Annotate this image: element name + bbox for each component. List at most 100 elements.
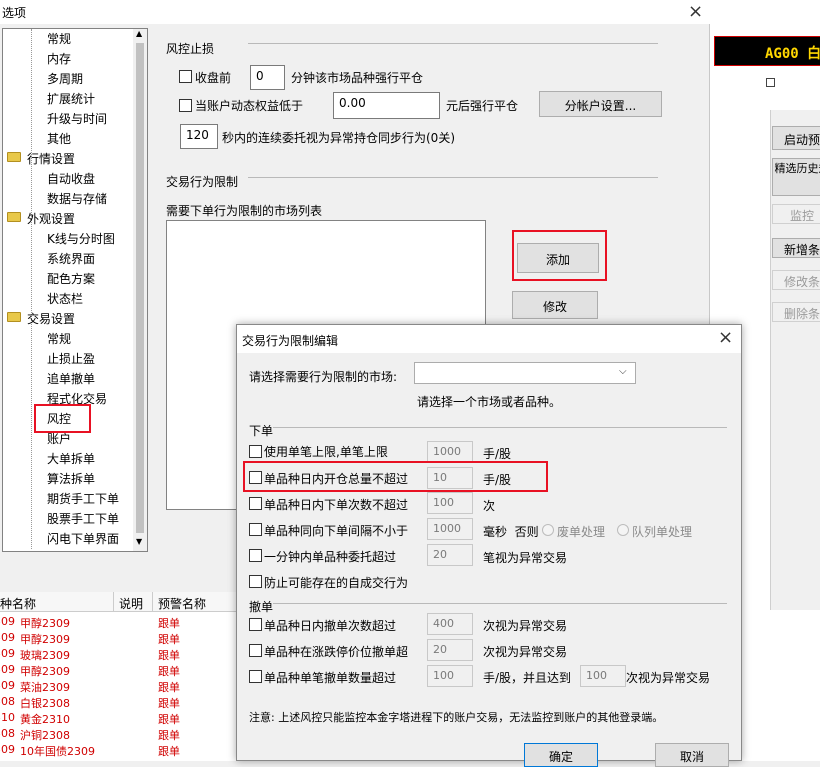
row-name: 沪铜2308 xyxy=(20,727,70,743)
row-name: 玻璃2309 xyxy=(20,647,70,663)
sub-account-button[interactable]: 分帐户设置... xyxy=(539,91,662,117)
cancel-count-checkbox[interactable] xyxy=(249,618,262,631)
interval-checkbox[interactable] xyxy=(249,523,262,536)
tree-item-label: 大单拆单 xyxy=(47,450,95,467)
row-alert: 跟单 xyxy=(158,679,180,695)
tree-item-label: 配色方案 xyxy=(47,270,95,287)
cancel-count-unit: 次视为异常交易 xyxy=(483,617,567,634)
table-body: 309甲醇2309跟单309甲醇2309跟单309玻璃2309跟单309甲醇23… xyxy=(0,614,240,761)
start-alert-button[interactable]: 启动预 xyxy=(772,126,820,150)
note-text: 注意: 上述风控只能监控本金字塔进程下的账户交易，无法监控到账户的其他登录端。 xyxy=(249,709,663,725)
tree-scrollbar[interactable]: ▲ ▼ xyxy=(133,29,147,551)
table-row[interactable]: 309玻璃2309跟单 xyxy=(0,646,230,662)
single-limit-checkbox[interactable] xyxy=(249,445,262,458)
folder-icon xyxy=(7,312,21,322)
table-row[interactable]: 308沪铜2308跟单 xyxy=(0,726,230,742)
cancel-volume-label: 单品种单笔撤单数量超过 xyxy=(264,669,396,686)
queue-radio[interactable] xyxy=(617,524,629,536)
single-limit-label: 使用单笔上限,单笔上限 xyxy=(264,443,388,460)
tree-item-label: 闪电下单界面 xyxy=(47,530,119,547)
tree-connector xyxy=(31,29,32,549)
header-alert: 预警名称 xyxy=(158,595,206,612)
row-code: 309 xyxy=(0,663,15,676)
single-limit-input[interactable]: 1000 xyxy=(427,441,473,463)
equity-checkbox[interactable] xyxy=(179,99,192,112)
cancel-volume-checkbox[interactable] xyxy=(249,670,262,683)
restore-icon[interactable] xyxy=(766,78,775,87)
new-condition-button[interactable]: 新增条 xyxy=(772,238,820,258)
per-minute-input[interactable]: 20 xyxy=(427,544,473,566)
per-minute-checkbox[interactable] xyxy=(249,549,262,562)
tree-item-label: 算法拆单 xyxy=(47,470,95,487)
close-before-checkbox[interactable] xyxy=(179,70,192,83)
table-row[interactable]: 310黄金2310跟单 xyxy=(0,710,230,726)
close-before-input[interactable]: 0 xyxy=(250,65,285,90)
history-button[interactable]: 精选历史规 xyxy=(772,158,820,196)
close-before-suffix: 分钟该市场品种强行平仓 xyxy=(291,69,423,86)
edit-condition-button[interactable]: 修改条 xyxy=(772,270,820,290)
table-row[interactable]: 309甲醇2309跟单 xyxy=(0,614,230,630)
tree-folder-label: 外观设置 xyxy=(27,210,75,227)
row-alert: 跟单 xyxy=(158,663,180,679)
cancel-count-input[interactable]: 400 xyxy=(427,613,473,635)
row-name: 黄金2310 xyxy=(20,711,70,727)
daily-count-unit: 次 xyxy=(483,497,495,514)
equity-input[interactable]: 0.00 xyxy=(333,92,440,119)
tree-item-label: 升级与时间 xyxy=(47,110,107,127)
order-separator xyxy=(273,427,727,428)
tree-item-label: 股票手工下单 xyxy=(47,510,119,527)
title-bar: 选项 × xyxy=(0,0,710,24)
tree-folder-label: 行情设置 xyxy=(27,150,75,167)
limit-price-cancel-unit: 次视为异常交易 xyxy=(483,643,567,660)
row-name: 菜油2309 xyxy=(20,679,70,695)
edit-button[interactable]: 修改 xyxy=(512,291,598,319)
row-code: 309 xyxy=(0,631,15,644)
monitor-button[interactable]: 监控 xyxy=(772,204,820,224)
interval-input[interactable]: 1000 xyxy=(427,518,473,540)
tree-item-label: 系统界面 xyxy=(47,250,95,267)
row-name: 白银2308 xyxy=(20,695,70,711)
self-trade-checkbox[interactable] xyxy=(249,575,262,588)
scroll-up-icon[interactable]: ▲ xyxy=(136,29,142,38)
limit-edit-dialog: 交易行为限制编辑 × 请选择需要行为限制的市场: ⌵ 请选择一个市场或者品种。 … xyxy=(236,324,742,761)
limit-price-cancel-input[interactable]: 20 xyxy=(427,639,473,661)
table-row[interactable]: 309菜油2309跟单 xyxy=(0,678,230,694)
order-section-title: 下单 xyxy=(249,422,273,439)
table-row[interactable]: 309甲醇2309跟单 xyxy=(0,662,230,678)
row-code: 310 xyxy=(0,711,15,724)
delete-condition-button[interactable]: 删除条 xyxy=(772,302,820,322)
ok-button[interactable]: 确定 xyxy=(524,743,598,767)
header-name: 品种名称 xyxy=(0,595,36,612)
table-row[interactable]: 309甲醇2309跟单 xyxy=(0,630,230,646)
row-alert: 跟单 xyxy=(158,695,180,711)
scroll-thumb[interactable] xyxy=(136,43,144,533)
cancel-extra-input[interactable]: 100 xyxy=(580,665,626,687)
cancel-volume-input[interactable]: 100 xyxy=(427,665,473,687)
queue-radio-label: 队列单处理 xyxy=(632,523,692,540)
sub-close-icon[interactable]: × xyxy=(718,327,733,348)
row-alert: 跟单 xyxy=(158,615,180,631)
table-row[interactable]: 30910年国债2309跟单 xyxy=(0,742,230,758)
interval-label: 单品种同向下单间隔不小于 xyxy=(264,522,408,539)
scroll-down-icon[interactable]: ▼ xyxy=(136,537,142,546)
tree-item-label: 追单撤单 xyxy=(47,370,95,387)
limit-price-cancel-checkbox[interactable] xyxy=(249,644,262,657)
discard-radio[interactable] xyxy=(542,524,554,536)
chevron-down-icon: ⌵ xyxy=(619,366,627,377)
market-select[interactable]: ⌵ xyxy=(414,362,636,384)
table-row[interactable]: 308白银2308跟单 xyxy=(0,694,230,710)
cancel-button[interactable]: 取消 xyxy=(655,743,729,767)
seconds-input[interactable]: 120 xyxy=(180,124,218,149)
risk-separator xyxy=(248,43,658,44)
cancel-count-label: 单品种日内撤单次数超过 xyxy=(264,617,396,634)
daily-count-checkbox[interactable] xyxy=(249,497,262,510)
daily-count-input[interactable]: 100 xyxy=(427,492,473,514)
close-icon[interactable]: × xyxy=(688,1,703,22)
row-alert: 跟单 xyxy=(158,743,180,759)
daily-open-highlight-box xyxy=(243,461,548,492)
interval-unit: 毫秒 否则 xyxy=(483,523,539,540)
market-hint: 请选择一个市场或者品种。 xyxy=(417,393,561,410)
equity-label: 当账户动态权益低于 xyxy=(195,97,303,114)
row-code: 309 xyxy=(0,743,15,756)
market-select-label: 请选择需要行为限制的市场: xyxy=(249,368,397,385)
